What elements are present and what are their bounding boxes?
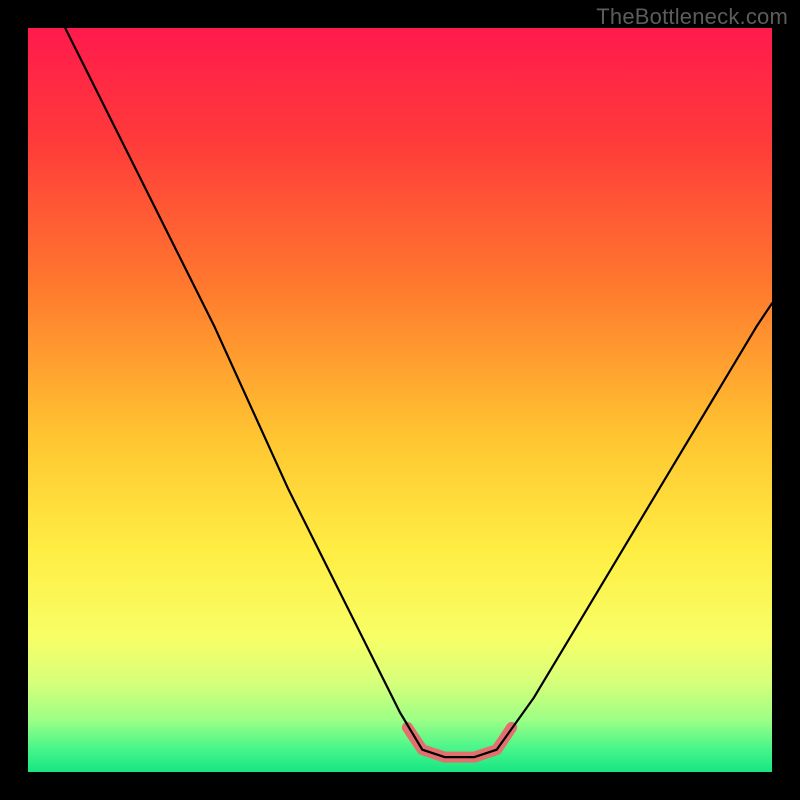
watermark-text: TheBottleneck.com — [596, 4, 788, 30]
plot-area — [28, 28, 772, 772]
gradient-background — [28, 28, 772, 772]
chart-frame: TheBottleneck.com — [0, 0, 800, 800]
bottleneck-chart — [28, 28, 772, 772]
